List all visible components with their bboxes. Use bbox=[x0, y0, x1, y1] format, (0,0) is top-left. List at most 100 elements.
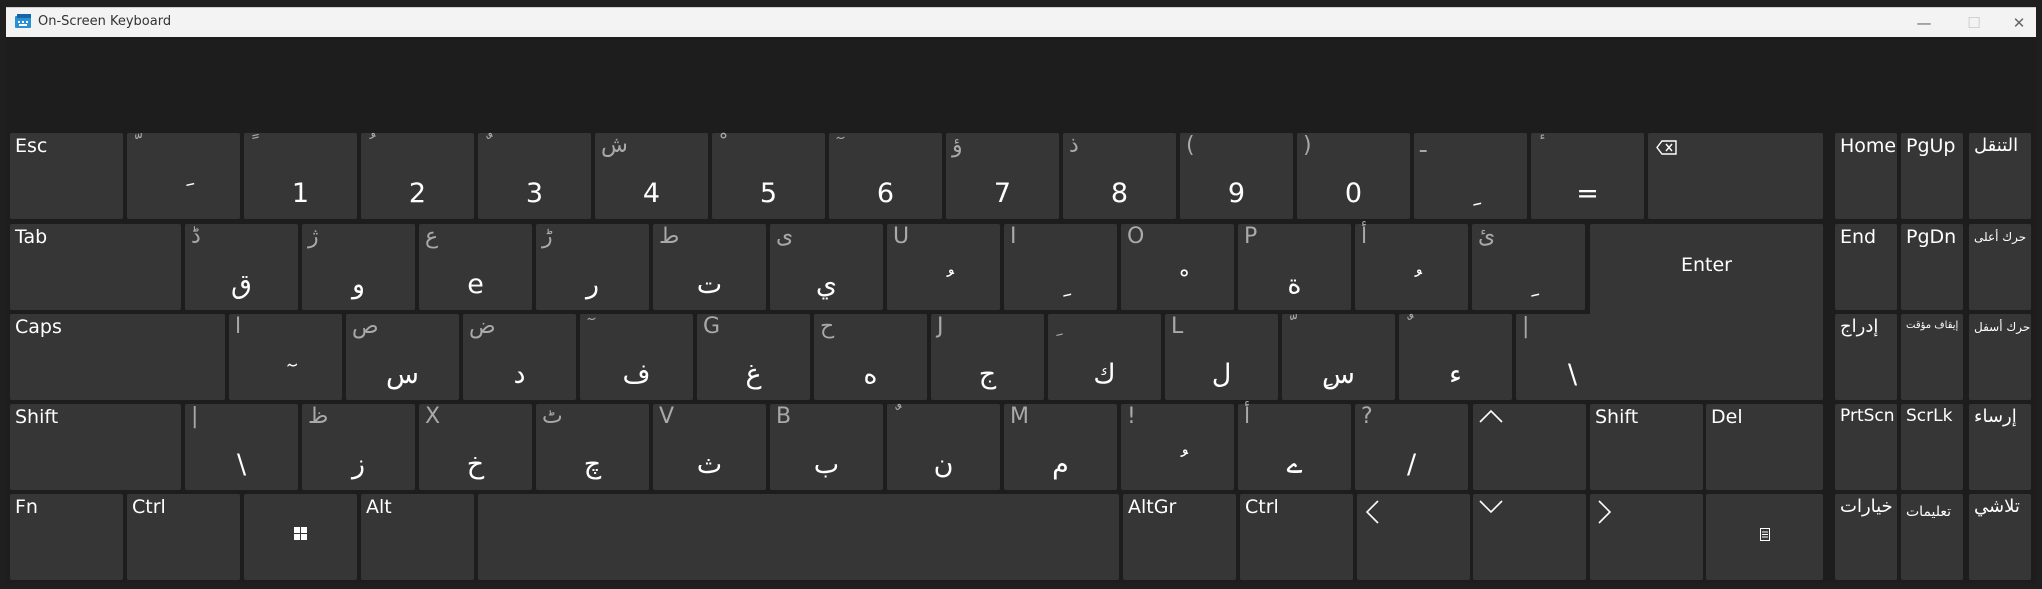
key-home[interactable]: Home bbox=[1835, 133, 1897, 219]
row3-key[interactable]: آ bbox=[229, 314, 342, 400]
main-character: د bbox=[513, 359, 526, 390]
row2-key[interactable]: Oْ bbox=[1121, 224, 1234, 310]
row1-key[interactable]: ؤ7 bbox=[946, 133, 1059, 219]
key-space[interactable] bbox=[478, 494, 1119, 580]
close-button[interactable]: ✕ bbox=[1996, 8, 2042, 38]
row4-key[interactable]: ٹچ bbox=[536, 404, 649, 490]
key-fn[interactable]: Fn bbox=[10, 494, 123, 580]
main-character: َ bbox=[127, 178, 240, 209]
key-ctrl-right[interactable]: Ctrl bbox=[1240, 494, 1353, 580]
row4-key[interactable]: ? / bbox=[1355, 404, 1468, 490]
main-character: ن bbox=[933, 449, 954, 480]
key-backspace[interactable] bbox=[1648, 133, 1823, 219]
key-help-label: تعليمات bbox=[1906, 504, 1952, 520]
row1-key[interactable]: ُ2 bbox=[361, 133, 474, 219]
key-dock-label: إرساء bbox=[1974, 406, 2017, 427]
key-pause[interactable]: إيقاف مؤقت bbox=[1901, 314, 1963, 400]
arrow-down-icon bbox=[1479, 500, 1503, 514]
key-help[interactable]: تعليمات bbox=[1901, 494, 1963, 580]
row4-key[interactable]: Vث bbox=[653, 404, 766, 490]
key-prtscn-label: PrtScn bbox=[1840, 406, 1895, 426]
row2-key[interactable]: طت bbox=[653, 224, 766, 310]
row3-key[interactable]: Jج bbox=[931, 314, 1044, 400]
key-shift-right-label: Shift bbox=[1595, 406, 1639, 428]
key-move-up-label: حرك أعلى bbox=[1974, 230, 2027, 244]
row2-key[interactable]: عe bbox=[419, 224, 532, 310]
row4-key[interactable]: Bب bbox=[770, 404, 883, 490]
row2-key[interactable]: أُ bbox=[1355, 224, 1468, 310]
row2-key[interactable]: ڑر bbox=[536, 224, 649, 310]
key-scrlk[interactable]: ScrLk bbox=[1901, 404, 1963, 490]
row3-key[interactable]: ِّس bbox=[1282, 314, 1395, 400]
row3-key[interactable]: | \ bbox=[1516, 314, 1629, 400]
row2-key[interactable]: ژو bbox=[302, 224, 415, 310]
key-arrow-down[interactable] bbox=[1473, 494, 1586, 580]
key-dock[interactable]: إرساء bbox=[1969, 404, 2031, 490]
key-shift-right[interactable]: Shift bbox=[1590, 404, 1703, 490]
row4-key[interactable]: أے bbox=[1238, 404, 1351, 490]
row1-key[interactable]: ٔ= bbox=[1531, 133, 1644, 219]
row2-key[interactable]: Iِ bbox=[1004, 224, 1117, 310]
key-arrow-right[interactable] bbox=[1590, 494, 1703, 580]
row3-key[interactable]: Gغ bbox=[697, 314, 810, 400]
row1-key[interactable]: ً1 bbox=[244, 133, 357, 219]
maximize-button[interactable]: ☐ bbox=[1951, 8, 1997, 38]
row3-key[interactable]: ٓف bbox=[580, 314, 693, 400]
row1-key[interactable]: ٓ6 bbox=[829, 133, 942, 219]
row1-key[interactable]: (9 bbox=[1180, 133, 1293, 219]
row3-key[interactable]: صس bbox=[346, 314, 459, 400]
row1-key[interactable]: ـِ bbox=[1414, 133, 1527, 219]
row4-key[interactable]: | \ bbox=[185, 404, 298, 490]
row4-key[interactable]: ظز bbox=[302, 404, 415, 490]
row2-key[interactable]: ئِ bbox=[1472, 224, 1585, 310]
key-alt[interactable]: Alt bbox=[361, 494, 474, 580]
key-pause-label: إيقاف مؤقت bbox=[1906, 320, 1959, 331]
title-bar: On-Screen Keyboard — ☐ ✕ bbox=[6, 7, 2036, 37]
key-arrow-up[interactable] bbox=[1473, 404, 1586, 490]
main-character: 2 bbox=[408, 178, 427, 209]
key-caps[interactable]: Caps bbox=[10, 314, 225, 400]
row3-key[interactable]: ضد bbox=[463, 314, 576, 400]
key-ctrl-right-label: Ctrl bbox=[1245, 496, 1279, 518]
key-pgup[interactable]: PgUp bbox=[1901, 133, 1963, 219]
row1-key[interactable]: ٌ3 bbox=[478, 133, 591, 219]
key-tab[interactable]: Tab bbox=[10, 224, 181, 310]
row3-key[interactable]: ِك bbox=[1048, 314, 1161, 400]
row1-key[interactable]: َّ bbox=[127, 133, 240, 219]
row2-key[interactable]: Pة bbox=[1238, 224, 1351, 310]
key-prtscn[interactable]: PrtScn bbox=[1835, 404, 1897, 490]
shift-character: ع bbox=[425, 224, 439, 249]
key-end[interactable]: End bbox=[1835, 224, 1897, 310]
key-shift-left[interactable]: Shift bbox=[10, 404, 181, 490]
row1-key[interactable]: ) 0 bbox=[1297, 133, 1410, 219]
row1-key[interactable]: ذ8 bbox=[1063, 133, 1176, 219]
key-altgr[interactable]: AltGr bbox=[1123, 494, 1236, 580]
row4-key[interactable]: Mم bbox=[1004, 404, 1117, 490]
key-pgdn[interactable]: PgDn bbox=[1901, 224, 1963, 310]
key-nav[interactable]: التنقل bbox=[1969, 133, 2031, 219]
row1-key[interactable]: ْ5 bbox=[712, 133, 825, 219]
row2-key[interactable]: Uُ bbox=[887, 224, 1000, 310]
row3-key[interactable]: ٌء bbox=[1399, 314, 1512, 400]
row4-key[interactable]: ٌن bbox=[887, 404, 1000, 490]
key-move-up[interactable]: حرك أعلى bbox=[1969, 224, 2031, 310]
key-insert[interactable]: إدراج bbox=[1835, 314, 1897, 400]
key-context-menu[interactable] bbox=[1706, 494, 1823, 580]
key-arrow-left[interactable] bbox=[1357, 494, 1470, 580]
key-caps-label: Caps bbox=[15, 316, 62, 338]
row3-key[interactable]: حه bbox=[814, 314, 927, 400]
key-fade[interactable]: تلاشي bbox=[1969, 494, 2031, 580]
key-ctrl-left[interactable]: Ctrl bbox=[127, 494, 240, 580]
minimize-button[interactable]: — bbox=[1901, 8, 1947, 38]
row3-key[interactable]: Lل bbox=[1165, 314, 1278, 400]
row4-key[interactable]: !ُ bbox=[1121, 404, 1234, 490]
row4-key[interactable]: Xخ bbox=[419, 404, 532, 490]
row2-key[interactable]: یي bbox=[770, 224, 883, 310]
key-windows[interactable] bbox=[244, 494, 357, 580]
row2-key[interactable]: ڈق bbox=[185, 224, 298, 310]
row1-key[interactable]: ش4 bbox=[595, 133, 708, 219]
key-del[interactable]: Del bbox=[1706, 404, 1823, 490]
key-esc[interactable]: Esc bbox=[10, 133, 123, 219]
key-move-down[interactable]: حرك أسفل bbox=[1969, 314, 2031, 400]
key-options[interactable]: خيارات bbox=[1835, 494, 1897, 580]
